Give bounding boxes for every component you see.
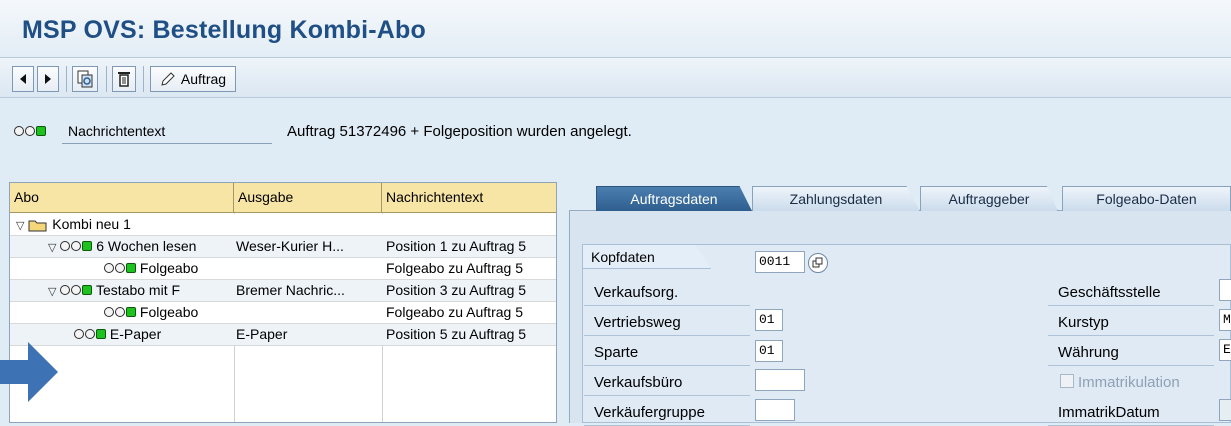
highlight-arrow-icon xyxy=(0,342,58,402)
tree-row[interactable]: E-Paper E-Paper Position 5 zu Auftrag 5 xyxy=(10,324,556,346)
traffic-light-icon xyxy=(104,307,136,317)
window-title: MSP OVS: Bestellung Kombi-Abo xyxy=(22,16,426,44)
geschaeftsstelle-input[interactable] xyxy=(1219,279,1231,301)
message-cell: Position 1 zu Auftrag 5 xyxy=(386,238,527,254)
group-title: Kopfdaten xyxy=(583,245,711,269)
value-help-button[interactable] xyxy=(808,253,828,273)
tree-row[interactable]: ▽ Testabo mit F Bremer Nachric... Positi… xyxy=(10,280,556,302)
delete-button[interactable] xyxy=(112,66,136,92)
verkaufsbuero-input[interactable] xyxy=(755,369,805,391)
message-area: Nachrichtentext Auftrag 51372496 + Folge… xyxy=(0,98,1231,178)
tab-zahlungsdaten[interactable]: Zahlungsdaten xyxy=(752,186,920,211)
tab-folgeabo-daten[interactable]: Folgeabo-Daten xyxy=(1062,186,1231,211)
ausgabe-cell xyxy=(236,304,380,322)
title-bar: MSP OVS: Bestellung Kombi-Abo xyxy=(0,0,1231,58)
message-field-label: Nachrichtentext xyxy=(62,120,272,144)
tree-node-label: 6 Wochen lesen xyxy=(96,238,197,254)
arrow-right-icon xyxy=(45,74,51,84)
column-header-nachrichtentext[interactable]: Nachrichtentext xyxy=(382,183,556,213)
ausgabe-cell: Weser-Kurier H... xyxy=(236,238,344,254)
application-toolbar: Auftrag xyxy=(0,58,1231,98)
traffic-light-icon xyxy=(60,285,93,295)
sparte-input[interactable]: 01 xyxy=(755,340,783,362)
tree-node-label: Folgeabo xyxy=(139,304,199,320)
tree-row[interactable]: Folgeabo Folgeabo zu Auftrag 5 xyxy=(10,302,556,324)
traffic-light-icon xyxy=(104,263,136,273)
order-button[interactable]: Auftrag xyxy=(150,66,236,92)
traffic-light-icon xyxy=(74,329,106,339)
immatrikdatum-input[interactable] xyxy=(1219,399,1231,421)
message-cell: Position 5 zu Auftrag 5 xyxy=(386,326,527,342)
geschaeftsstelle-label: Geschäftsstelle xyxy=(1048,278,1214,306)
traffic-light-icon xyxy=(60,241,93,251)
verkaufsorg-input[interactable]: 0011 xyxy=(755,251,805,273)
toolbar-separator xyxy=(66,66,67,92)
column-header-abo[interactable]: Abo xyxy=(10,183,234,213)
waehrung-input[interactable]: E xyxy=(1219,339,1231,361)
kurstyp-input[interactable]: M xyxy=(1219,309,1231,331)
tree-row[interactable]: Folgeabo Folgeabo zu Auftrag 5 xyxy=(10,258,556,280)
copy-button[interactable] xyxy=(72,66,98,92)
ausgabe-cell xyxy=(236,260,380,278)
verkaufsorg-label: Verkaufsorg. xyxy=(584,278,750,306)
tree-node-label: Folgeabo xyxy=(139,260,199,276)
kurstyp-label: Kurstyp xyxy=(1048,308,1214,336)
tree-node-label: E-Paper xyxy=(109,326,162,342)
toolbar-separator xyxy=(143,66,144,92)
message-cell: Folgeabo zu Auftrag 5 xyxy=(386,304,523,320)
tree-node-label: Kombi neu 1 xyxy=(52,216,131,232)
tree-row[interactable]: ▽ Kombi neu 1 xyxy=(10,214,556,236)
sparte-label: Sparte xyxy=(584,338,750,366)
collapse-icon[interactable]: ▽ xyxy=(48,242,56,254)
status-message: Auftrag 51372496 + Folgeposition wurden … xyxy=(287,123,632,140)
message-cell: Folgeabo zu Auftrag 5 xyxy=(386,260,523,276)
immatrikulation-checkbox[interactable] xyxy=(1060,374,1074,388)
pencil-icon xyxy=(161,72,175,86)
collapse-icon[interactable]: ▽ xyxy=(16,220,24,232)
previous-button[interactable] xyxy=(12,66,34,92)
ausgabe-cell: Bremer Nachric... xyxy=(236,282,345,298)
subscription-tree: Abo Ausgabe Nachrichtentext ▽ Kombi neu … xyxy=(9,182,557,423)
order-button-label: Auftrag xyxy=(180,71,227,87)
folder-icon xyxy=(28,220,47,232)
column-header-ausgabe[interactable]: Ausgabe xyxy=(234,183,382,213)
document-copy-icon xyxy=(77,70,93,88)
value-help-icon xyxy=(812,257,823,268)
verkaeufergruppe-label: Verkäufergruppe xyxy=(584,398,750,426)
verkaeufergruppe-input[interactable] xyxy=(755,399,795,421)
tree-row[interactable]: ▽ 6 Wochen lesen Weser-Kurier H... Posit… xyxy=(10,236,556,258)
tree-node-label: Testabo mit F xyxy=(96,282,181,298)
collapse-icon[interactable]: ▽ xyxy=(48,286,56,298)
trash-icon xyxy=(118,72,130,87)
vertriebsweg-input[interactable]: 01 xyxy=(755,309,783,331)
tree-header: Abo Ausgabe Nachrichtentext xyxy=(10,183,556,213)
vertriebsweg-label: Vertriebsweg xyxy=(584,308,750,336)
verkaufsbuero-label: Verkaufsbüro xyxy=(584,368,750,396)
next-button[interactable] xyxy=(37,66,59,92)
message-cell: Position 3 zu Auftrag 5 xyxy=(386,282,527,298)
immatrikdatum-label: ImmatrikDatum xyxy=(1048,398,1214,426)
toolbar-separator xyxy=(106,66,107,92)
immatrikulation-label: Immatrikulation xyxy=(1078,374,1180,391)
traffic-light-icon xyxy=(14,126,46,136)
arrow-left-icon xyxy=(20,74,26,84)
tab-auftraggeber[interactable]: Auftraggeber xyxy=(920,186,1058,211)
waehrung-label: Währung xyxy=(1048,338,1214,366)
tab-auftragsdaten[interactable]: Auftragsdaten xyxy=(596,186,752,211)
ausgabe-cell: E-Paper xyxy=(236,326,288,342)
